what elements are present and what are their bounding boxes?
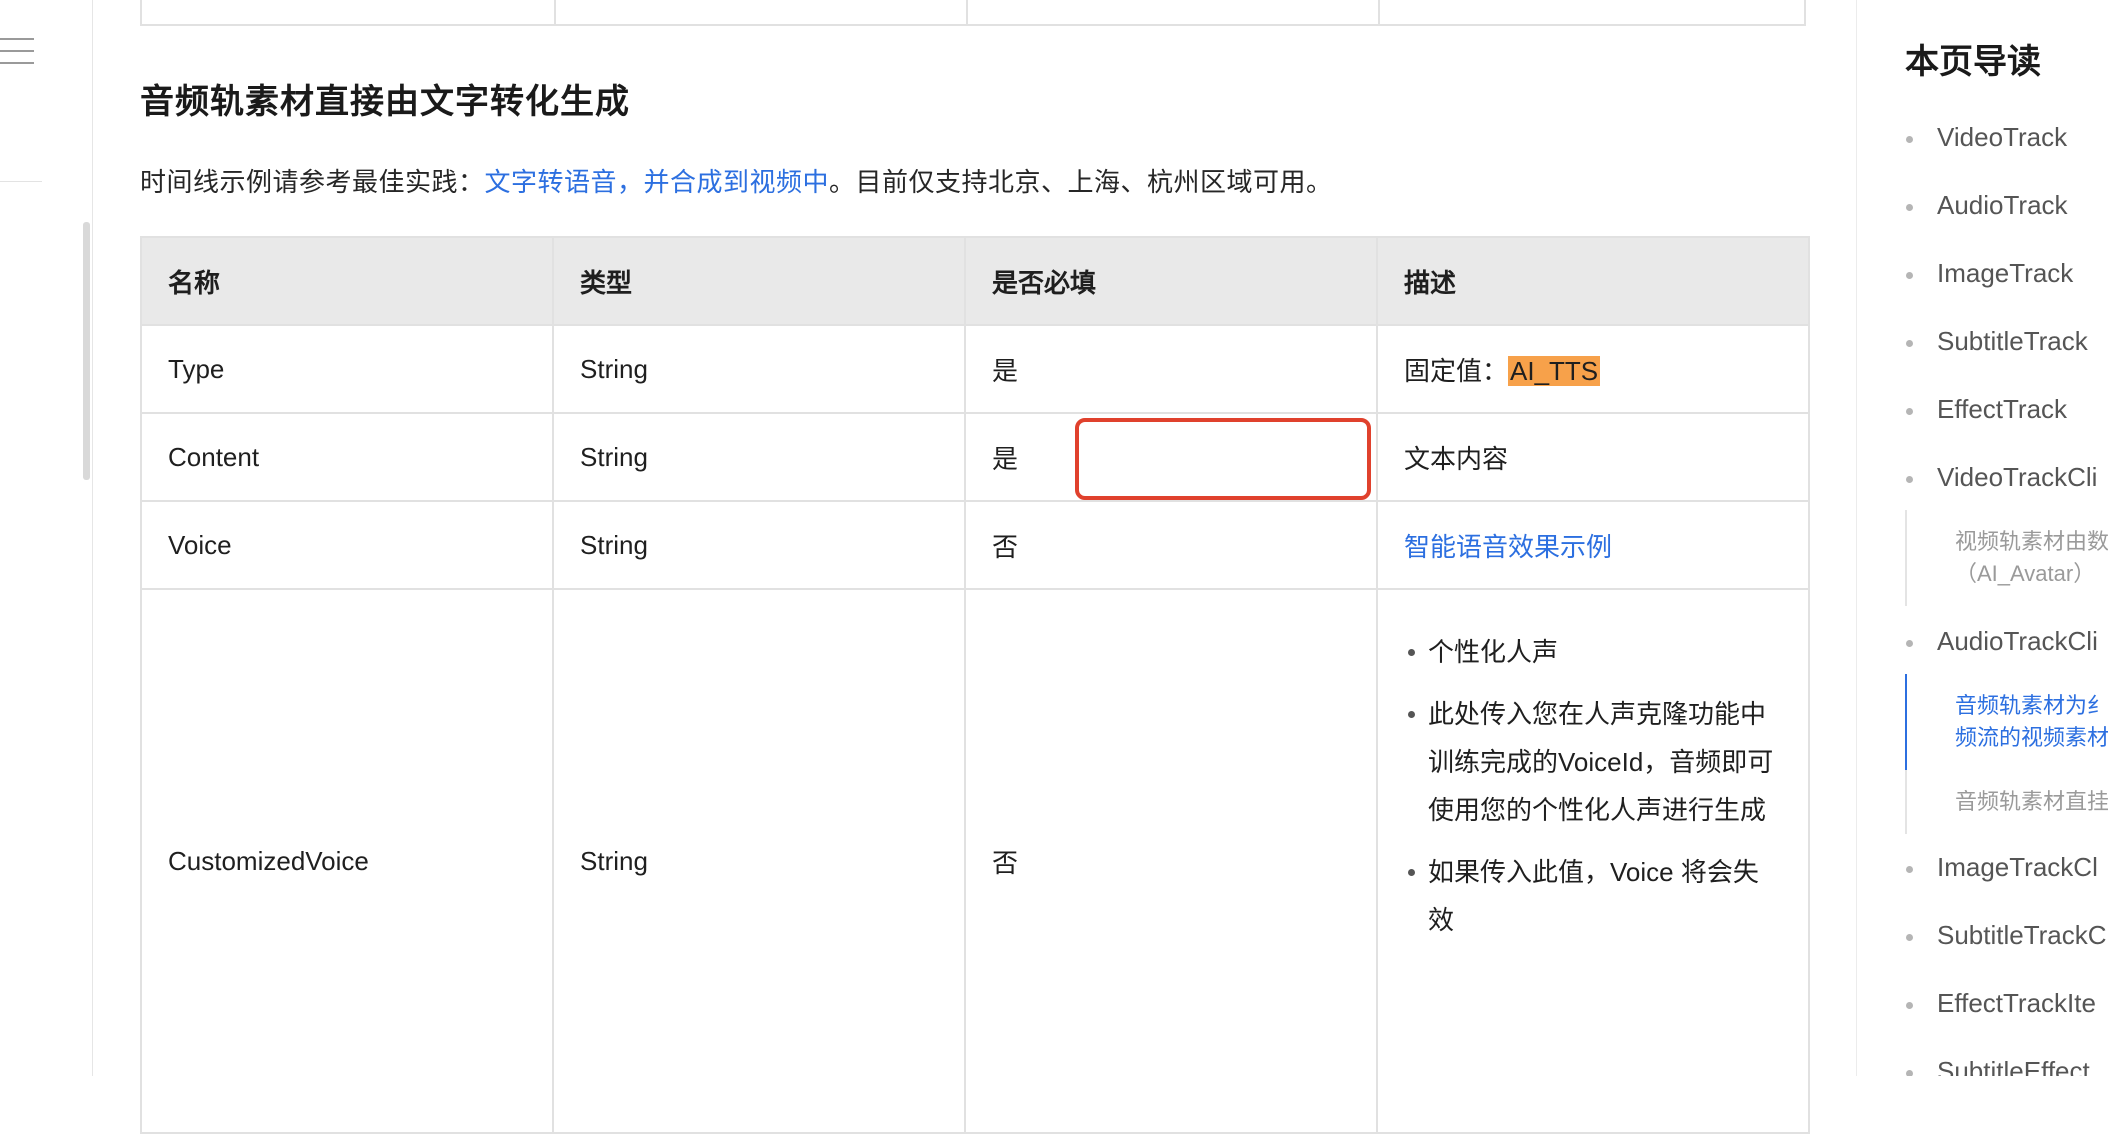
rail-divider	[0, 181, 42, 182]
cell-description: 智能语音效果示例	[1376, 500, 1810, 590]
voice-sample-link[interactable]: 智能语音效果示例	[1404, 532, 1612, 562]
table-row: Content String 是 文本内容	[140, 412, 1810, 502]
toc-item-subtitleeffect[interactable]: SubtitleEffect	[1906, 1056, 2090, 1076]
menu-icon[interactable]	[0, 38, 36, 68]
rail-scrollbar[interactable]	[83, 222, 90, 480]
cell-description: 文本内容	[1376, 412, 1810, 502]
table-row: CustomizedVoice String 否 个性化人声 此处传入您在人声克…	[140, 588, 1810, 1134]
toc-item-effecttrackitem[interactable]: EffectTrackIte	[1906, 988, 2096, 1019]
toc-item-audiotrack[interactable]: AudioTrack	[1906, 190, 2068, 221]
annotation-highlight-box	[1075, 418, 1371, 500]
highlighted-value: AI_TTS	[1508, 355, 1601, 386]
section-intro: 时间线示例请参考最佳实践：文字转语音，并合成到视频中。目前仅支持北京、上海、杭州…	[140, 162, 1333, 199]
left-rail	[0, 0, 93, 1076]
cell-type: String	[552, 588, 966, 1134]
cell-name: Content	[140, 412, 554, 502]
cell-description: 固定值：AI_TTS	[1376, 324, 1810, 414]
cell-type: String	[552, 324, 966, 414]
toc-item-audiotrackclip[interactable]: AudioTrackCli	[1906, 626, 2098, 657]
toc-item-subtitletrackclip[interactable]: SubtitleTrackC	[1906, 920, 2107, 951]
desc-prefix: 固定值：	[1404, 355, 1509, 386]
previous-table-bottom	[140, 0, 1806, 26]
list-item: 如果传入此值，Voice 将会失效	[1408, 848, 1782, 944]
toc-sub-item-active[interactable]: 音频轨素材为纟 频流的视频素材	[1955, 690, 2108, 754]
cell-required: 否	[964, 500, 1378, 590]
toc-sub-line	[1905, 770, 1907, 834]
parameter-table: 名称 类型 是否必填 描述 Type String 是 固定值：AI_TTS C…	[140, 236, 1810, 1134]
toc-item-imagetrack[interactable]: ImageTrack	[1905, 258, 2073, 289]
intro-suffix: 。目前仅支持北京、上海、杭州区域可用。	[829, 167, 1333, 197]
cell-name: CustomizedVoice	[140, 588, 554, 1134]
cell-type: String	[552, 500, 966, 590]
list-item: 个性化人声	[1408, 628, 1782, 676]
toc-sub-item-tts[interactable]: 音频轨素材直挂	[1955, 786, 2108, 818]
cell-type: String	[552, 412, 966, 502]
toc-title: 本页导读	[1905, 43, 2041, 81]
header-description: 描述	[1376, 236, 1810, 326]
cell-name: Voice	[140, 500, 554, 590]
cell-description: 个性化人声 此处传入您在人声克隆功能中训练完成的VoiceId，音频即可使用您的…	[1376, 588, 1810, 1134]
toc-sub-line	[1905, 510, 1907, 606]
page-toc: 本页导读 VideoTrack AudioTrack ImageTrack Su…	[1856, 0, 2108, 1076]
section-title: 音频轨素材直接由文字转化生成	[140, 83, 630, 121]
header-required: 是否必填	[964, 236, 1378, 326]
list-item: 此处传入您在人声克隆功能中训练完成的VoiceId，音频即可使用您的个性化人声进…	[1408, 690, 1782, 834]
main-content: 音频轨素材直接由文字转化生成 时间线示例请参考最佳实践：文字转语音，并合成到视频…	[140, 0, 1810, 1134]
cell-name: Type	[140, 324, 554, 414]
intro-prefix: 时间线示例请参考最佳实践：	[140, 167, 485, 197]
header-name: 名称	[140, 236, 554, 326]
toc-item-videotrack[interactable]: VideoTrack	[1905, 122, 2067, 153]
toc-item-effecttrack[interactable]: EffectTrack	[1905, 394, 2067, 425]
table-row: Voice String 否 智能语音效果示例	[140, 500, 1810, 590]
toc-item-subtitletrack[interactable]: SubtitleTrack	[1906, 326, 2088, 357]
toc-sub-item-ai-avatar[interactable]: 视频轨素材由数 （AI_Avatar）	[1955, 526, 2108, 590]
toc-item-imagetrackclip[interactable]: ImageTrackCl	[1906, 852, 2098, 883]
table-header-row: 名称 类型 是否必填 描述	[140, 236, 1810, 326]
description-list: 个性化人声 此处传入您在人声克隆功能中训练完成的VoiceId，音频即可使用您的…	[1404, 628, 1782, 944]
cell-required: 是	[964, 324, 1378, 414]
cell-required: 否	[964, 588, 1378, 1134]
toc-active-indicator	[1905, 674, 1907, 770]
best-practice-link[interactable]: 文字转语音，并合成到视频中	[485, 167, 830, 197]
toc-item-videotrackclip[interactable]: VideoTrackCli	[1905, 462, 2097, 493]
header-type: 类型	[552, 236, 966, 326]
table-row: Type String 是 固定值：AI_TTS	[140, 324, 1810, 414]
